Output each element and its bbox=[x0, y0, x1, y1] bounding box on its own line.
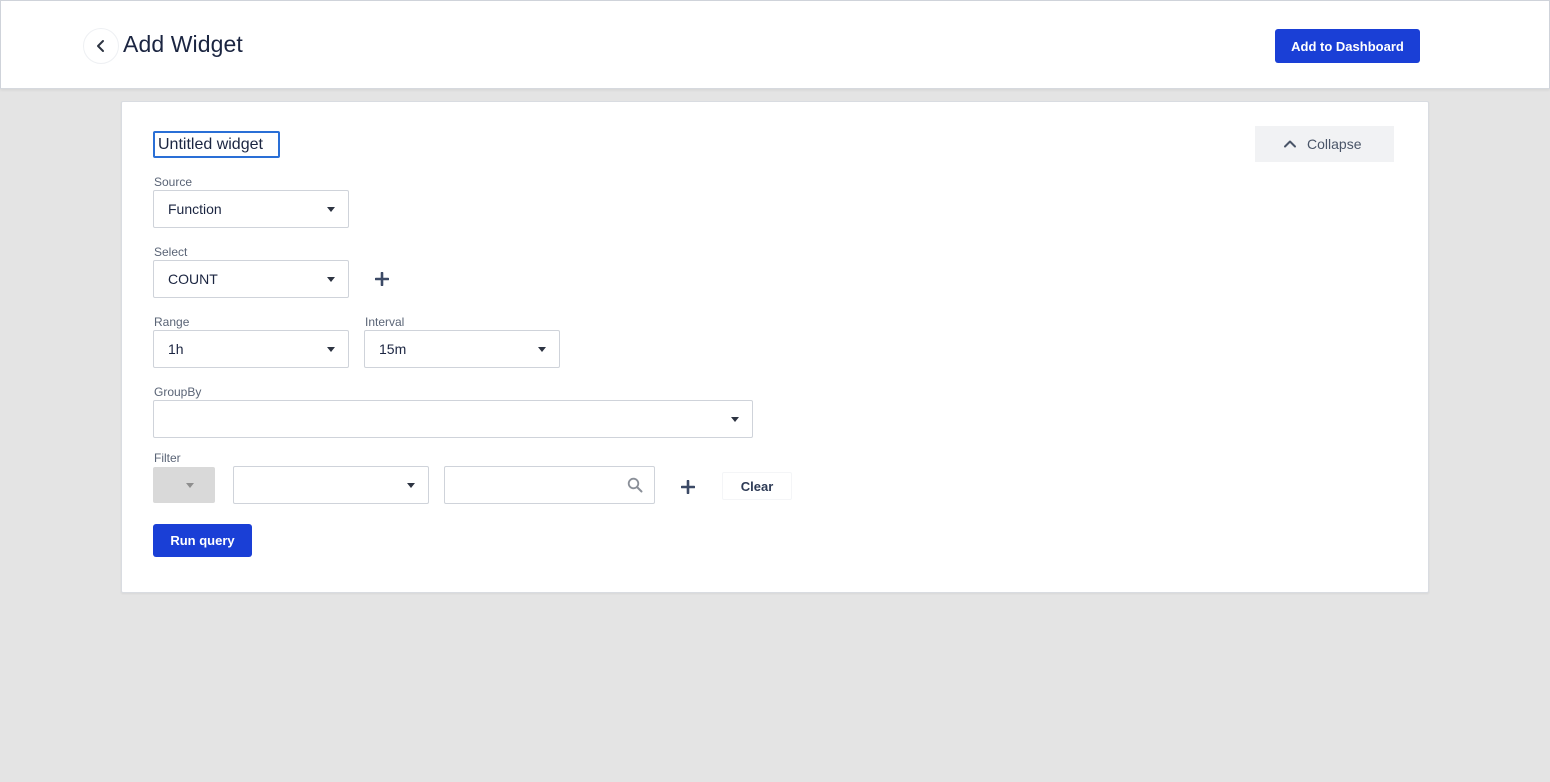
chevron-up-icon bbox=[1284, 140, 1296, 148]
filter-operator-select[interactable] bbox=[153, 467, 215, 503]
page-title: Add Widget bbox=[123, 31, 243, 57]
collapse-label: Collapse bbox=[1307, 136, 1362, 152]
filter-search-input[interactable] bbox=[444, 466, 655, 504]
groupby-select[interactable] bbox=[153, 400, 753, 438]
range-value: 1h bbox=[168, 341, 184, 357]
source-select[interactable]: Function bbox=[153, 190, 349, 228]
caret-down-icon bbox=[327, 207, 335, 212]
back-button[interactable] bbox=[83, 28, 119, 64]
plus-icon bbox=[681, 480, 695, 494]
add-select-button[interactable] bbox=[372, 269, 392, 289]
caret-down-icon bbox=[731, 417, 739, 422]
add-filter-button[interactable] bbox=[678, 477, 698, 497]
widget-card: Collapse Source Function Select COUNT Ra… bbox=[121, 101, 1429, 593]
caret-down-icon bbox=[407, 483, 415, 488]
select-label: Select bbox=[154, 245, 188, 259]
top-bar: Add Widget Add to Dashboard bbox=[0, 0, 1550, 89]
aggregation-value: COUNT bbox=[168, 271, 218, 287]
run-query-button[interactable]: Run query bbox=[153, 524, 252, 557]
interval-value: 15m bbox=[379, 341, 407, 357]
filter-label: Filter bbox=[154, 451, 181, 465]
interval-label: Interval bbox=[365, 315, 405, 329]
chevron-left-icon bbox=[97, 40, 104, 52]
search-icon bbox=[627, 477, 643, 493]
filter-field-select[interactable] bbox=[233, 466, 429, 504]
groupby-label: GroupBy bbox=[154, 385, 202, 399]
caret-down-icon bbox=[538, 347, 546, 352]
collapse-button[interactable]: Collapse bbox=[1255, 126, 1394, 162]
range-select[interactable]: 1h bbox=[153, 330, 349, 368]
aggregation-select[interactable]: COUNT bbox=[153, 260, 349, 298]
widget-name-input[interactable] bbox=[153, 131, 280, 158]
source-value: Function bbox=[168, 201, 222, 217]
interval-select[interactable]: 15m bbox=[364, 330, 560, 368]
caret-down-icon bbox=[327, 277, 335, 282]
range-label: Range bbox=[154, 315, 190, 329]
caret-down-icon bbox=[327, 347, 335, 352]
clear-filter-button[interactable]: Clear bbox=[722, 472, 792, 500]
add-to-dashboard-button[interactable]: Add to Dashboard bbox=[1275, 29, 1420, 63]
caret-down-icon bbox=[186, 483, 194, 488]
plus-icon bbox=[375, 272, 389, 286]
source-label: Source bbox=[154, 175, 193, 189]
